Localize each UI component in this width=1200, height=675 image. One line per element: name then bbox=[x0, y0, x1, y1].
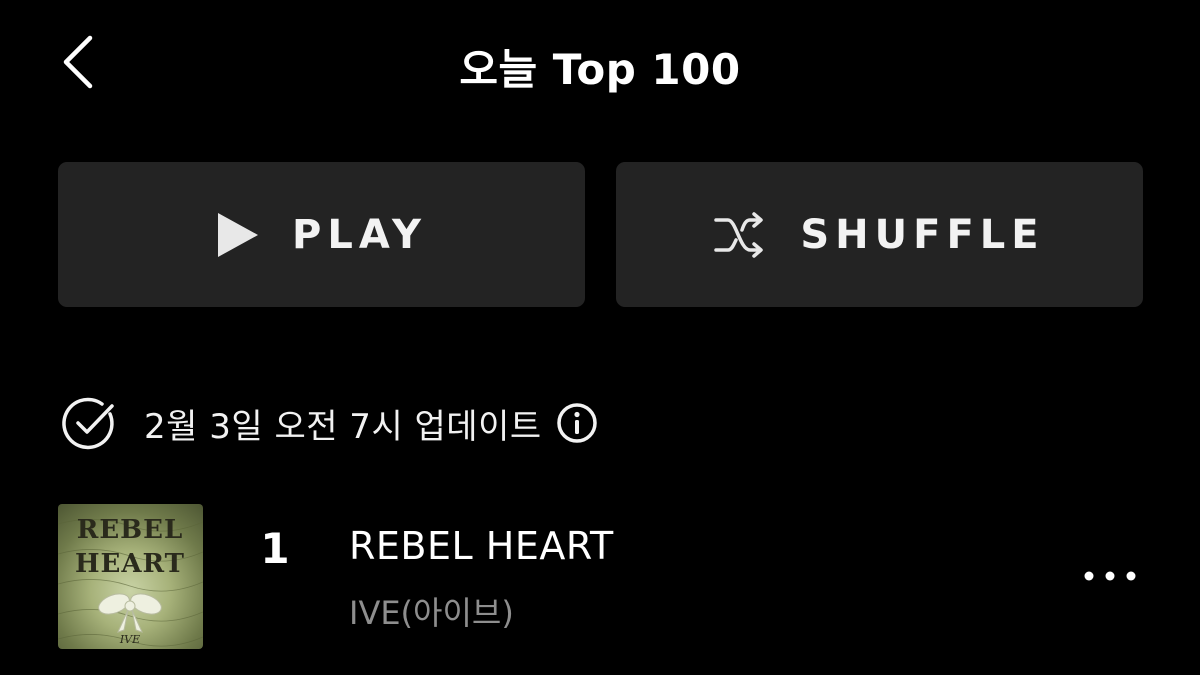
track-artist: IVE(아이브) bbox=[349, 594, 514, 632]
shuffle-button[interactable]: SHUFFLE bbox=[616, 162, 1143, 307]
track-rank: 1 bbox=[260, 524, 290, 573]
header: 오늘 Top 100 bbox=[0, 0, 1200, 130]
play-button-label: PLAY bbox=[292, 211, 427, 258]
play-icon bbox=[216, 211, 260, 259]
bow-graphic bbox=[98, 593, 162, 633]
album-art-artist: IVE bbox=[119, 633, 140, 646]
page-title: 오늘 Top 100 bbox=[459, 45, 741, 94]
update-timestamp: 2월 3일 오전 7시 업데이트 bbox=[144, 406, 542, 447]
info-icon[interactable] bbox=[556, 402, 598, 444]
more-horizontal-icon bbox=[1083, 567, 1137, 586]
shuffle-button-label: SHUFFLE bbox=[800, 211, 1045, 258]
album-art-title-line2: HEART bbox=[75, 549, 185, 579]
track-row[interactable]: REBEL HEART IVE 1 REBEL HEART IVE(아이브) bbox=[0, 496, 1200, 656]
check-circle-icon bbox=[60, 394, 118, 452]
more-options-button[interactable] bbox=[1080, 556, 1140, 596]
update-status: 2월 3일 오전 7시 업데이트 bbox=[60, 392, 598, 454]
play-button[interactable]: PLAY bbox=[58, 162, 585, 307]
album-art-title-line1: REBEL bbox=[77, 515, 184, 545]
track-title: REBEL HEART bbox=[349, 524, 614, 568]
album-art[interactable]: REBEL HEART IVE bbox=[58, 504, 203, 649]
shuffle-icon bbox=[714, 211, 766, 258]
